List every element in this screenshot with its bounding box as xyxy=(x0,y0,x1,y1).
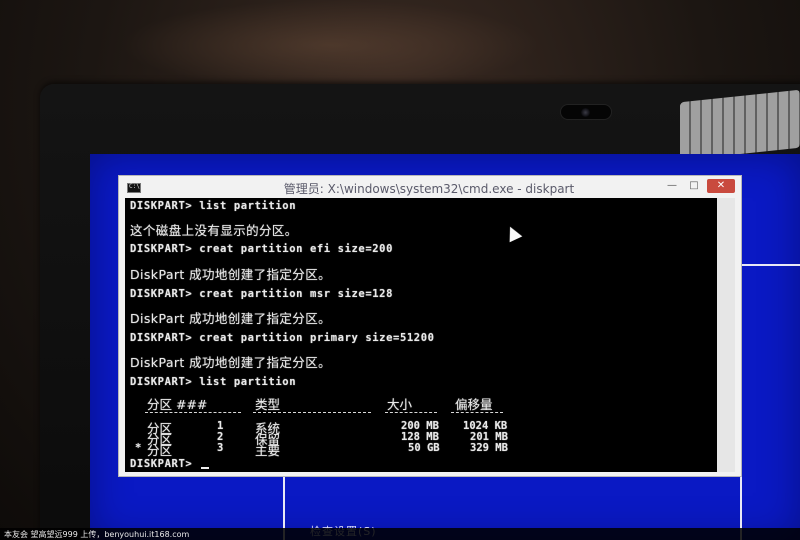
cmd-window[interactable]: 管理员: X:\windows\system32\cmd.exe - diskp… xyxy=(118,175,742,477)
minimize-button[interactable]: — xyxy=(663,179,681,193)
window-title: 管理员: X:\windows\system32\cmd.exe - diskp… xyxy=(283,182,575,196)
text-cursor xyxy=(201,467,210,469)
table-cell: 50 GB xyxy=(408,442,440,454)
table-cell: 主要 xyxy=(255,443,281,458)
table-cell: 329 MB xyxy=(470,442,508,454)
console-line: DiskPart 成功地创建了指定分区。 xyxy=(130,355,331,370)
table-header: 分区 ### xyxy=(147,397,208,412)
table-header-rule xyxy=(385,412,437,413)
console-line: DISKPART> creat partition msr size=128 xyxy=(130,288,394,300)
setup-dialog-edge xyxy=(740,264,800,540)
webcam-icon xyxy=(560,104,612,120)
close-button[interactable]: ✕ xyxy=(707,179,735,193)
console-line: 这个磁盘上没有显示的分区。 xyxy=(130,223,298,238)
watermark-bar: 本友会 望高望远999 上传，benyouhui.it168.com xyxy=(0,528,800,540)
table-header-rule xyxy=(451,412,503,413)
table-header: 大小 xyxy=(387,397,413,412)
table-header-rule xyxy=(145,412,241,413)
cmd-titlebar[interactable]: 管理员: X:\windows\system32\cmd.exe - diskp… xyxy=(119,176,741,198)
table-header-rule xyxy=(253,412,371,413)
watermark-text: 本友会 望高望远999 上传，benyouhui.it168.com xyxy=(4,530,190,539)
console-line: DiskPart 成功地创建了指定分区。 xyxy=(130,311,331,326)
console-scrollbar[interactable] xyxy=(717,198,735,472)
table-header: 偏移量 xyxy=(455,397,493,412)
background-light xyxy=(120,0,540,90)
console-output[interactable]: DISKPART> list partition 这个磁盘上没有显示的分区。 D… xyxy=(125,198,719,472)
window-controls: — □ ✕ xyxy=(663,179,735,193)
table-header: 类型 xyxy=(255,397,281,412)
table-row-marker: * xyxy=(135,442,142,454)
table-cell: 3 xyxy=(217,442,224,454)
prompt-text: DISKPART> xyxy=(130,458,200,470)
maximize-button[interactable]: □ xyxy=(685,179,703,193)
console-line: DiskPart 成功地创建了指定分区。 xyxy=(130,267,331,282)
console-line: DISKPART> list partition xyxy=(130,200,297,212)
console-line: DISKPART> list partition xyxy=(130,376,297,388)
console-line: DISKPART> creat partition primary size=5… xyxy=(130,332,435,344)
cmd-app-icon[interactable] xyxy=(127,183,141,193)
console-line: DISKPART> creat partition efi size=200 xyxy=(130,243,394,255)
table-cell: 分区 xyxy=(147,443,173,458)
command-prompt[interactable]: DISKPART> xyxy=(130,458,210,470)
